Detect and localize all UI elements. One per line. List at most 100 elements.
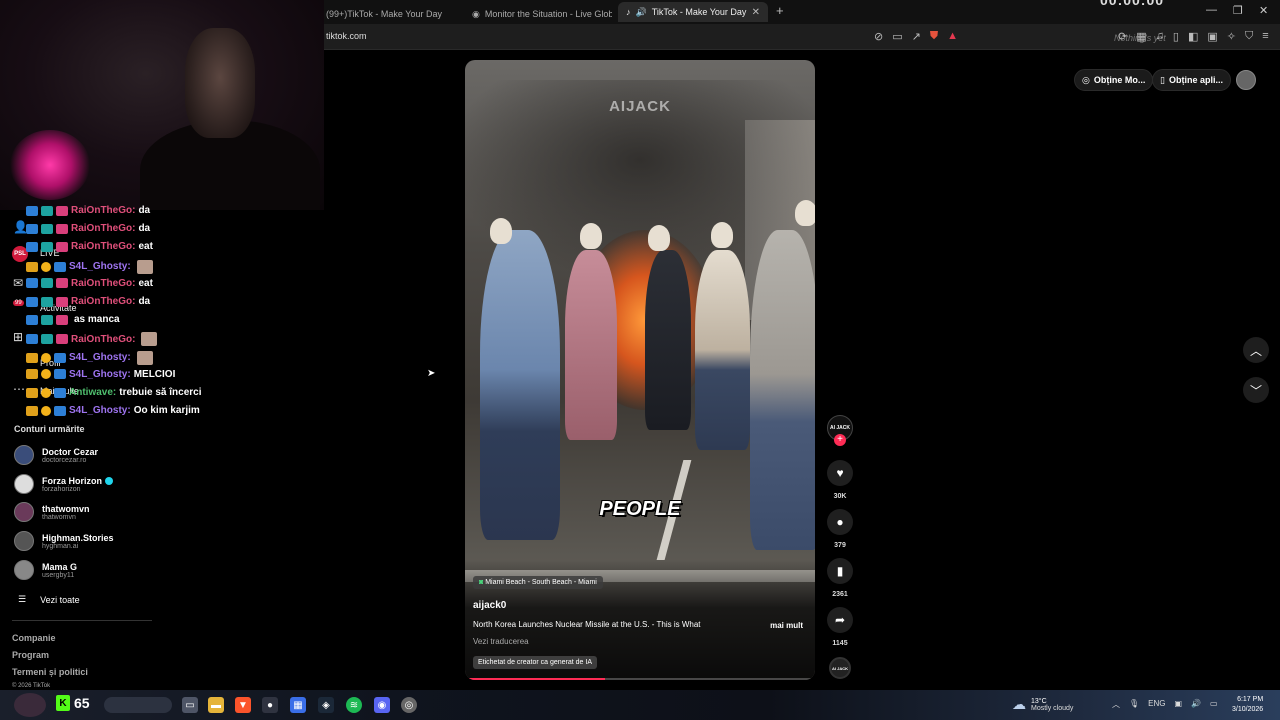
taskbar-clock[interactable]: 6:17 PM 3/10/2026 [1232,695,1263,715]
following-item-forza-horizon[interactable]: Forza Horizon forzahorizon [14,474,113,494]
chrome-icon[interactable]: ◎ [401,697,417,713]
chat-badge-icon [56,205,68,216]
following-item-mama-g[interactable]: Mama Gusergby11 [14,560,77,580]
chat-message: da [138,223,151,235]
taskbar-search[interactable] [104,697,172,713]
profile-avatar[interactable] [1236,70,1256,90]
chat-username[interactable]: RaiOnTheGo: [71,334,135,345]
chat-badge-icon [56,334,68,345]
chat-line: S4L_Ghosty: [26,259,153,274]
extensions-icon[interactable]: ▦ [1136,30,1146,43]
volume-icon[interactable]: 🔊 [1191,699,1201,710]
get-coins-button[interactable]: ◎ Obține Mo... [1074,69,1154,91]
pip-icon[interactable]: ▭ [892,30,902,43]
save-button[interactable]: ▮ [827,558,853,584]
network-icon[interactable]: ▣ [1175,699,1183,710]
upload-icon[interactable]: ⊞ [13,330,23,344]
close-tab-icon[interactable]: ✕ [752,7,760,18]
share-button[interactable]: ➦ [827,607,853,633]
more-button[interactable]: mai mult [770,621,803,630]
sync-icon[interactable]: ⟳ [1118,30,1127,43]
skull [711,222,733,248]
tab-tiktok-notifications[interactable]: (99+)TikTok - Make Your Day [326,4,466,24]
skull [648,225,670,251]
task-view-icon[interactable]: ▭ [182,697,198,713]
following-item-thatwomvn[interactable]: thatwomvn thatwomvn [14,502,90,522]
chat-username[interactable]: RaiOnTheGo: [71,223,135,234]
following-item-doctor-cezar[interactable]: Doctor Cezar doctorcezar.ro [14,445,98,465]
previous-video-button[interactable]: ︿ [1243,337,1269,363]
viewer-count: 65 [74,695,90,711]
video-player[interactable]: AIJACK PEOPLE ◙ Miami Beach - South Beac… [465,60,815,680]
chat-badge-icon [41,334,53,345]
chat-badge-icon [26,296,38,307]
see-all-button[interactable]: ☰ Vezi toate [18,594,80,605]
chat-username[interactable]: S4L_Ghosty: [69,405,131,416]
chat-username[interactable]: S4L_Ghosty: [69,369,131,380]
clock-date: 3/10/2026 [1232,706,1264,713]
share-icon[interactable]: ↗ [912,30,921,43]
video-author[interactable]: aijack0 [473,600,506,611]
microphone-icon[interactable]: 🎙 [1129,699,1139,710]
file-explorer-icon[interactable]: ▬ [208,697,224,713]
chat-badge-icon [26,405,38,416]
get-app-button[interactable]: ▯ Obține apli... [1152,69,1231,91]
menu-icon[interactable]: ≡ [1262,30,1268,43]
chevron-up-icon[interactable]: ︿ [1112,699,1120,710]
language-indicator[interactable]: ENG [1148,699,1165,710]
chat-username[interactable]: RaiOnTheGo: [71,241,135,252]
cloud-icon: ☁ [1012,696,1026,712]
activity-icon[interactable]: ✉ [13,276,23,290]
tab-tiktok-active[interactable]: ♪ 🔊 TikTok - Make Your Day ✕ [618,2,768,22]
tab-monitor-situation[interactable]: ◉ Monitor the Situation - Live Global N [472,4,612,24]
chat-username[interactable]: RaiOnTheGo: [71,205,135,216]
chat-username[interactable]: RaiOnTheGo: [71,296,135,307]
url-field[interactable]: tiktok.com [326,31,367,41]
music-icon[interactable]: ♫ [1156,30,1164,43]
maximize-button[interactable]: ❐ [1233,4,1243,17]
following-name: Mama G [42,561,78,572]
chat-username[interactable]: S4L_Ghosty: [69,352,131,363]
video-progress-bar[interactable] [465,678,815,680]
like-button[interactable]: ♥ [827,460,853,486]
wallet-icon[interactable]: ▣ [1207,30,1217,43]
sidebar-icon[interactable]: ◧ [1188,30,1198,43]
minimize-button[interactable]: — [1206,4,1217,16]
location-tag[interactable]: ◙ Miami Beach - South Beach - Miami [473,576,603,589]
chat-message: as manca [74,314,120,326]
chat-username[interactable]: S4L_Ghosty: [69,261,131,272]
steam-icon[interactable]: ◈ [318,697,334,713]
discord-icon[interactable]: ◉ [374,697,390,713]
following-item-highman-stories[interactable]: Highman.Stories hyghman.ai [14,531,114,551]
battery-icon[interactable]: ▭ [1210,699,1218,710]
brave-icon[interactable]: ▼ [235,697,251,713]
comment-button[interactable]: ● [827,509,853,535]
chat-username[interactable]: Antiwave: [69,387,116,398]
brave-rewards-icon[interactable]: ▲ [947,30,958,43]
leo-icon[interactable]: ✧ [1227,30,1236,43]
obs-icon[interactable]: ● [262,697,278,713]
divider [12,620,152,621]
bookmark-icon[interactable]: ▯ [1173,30,1179,43]
new-tab-button[interactable]: + [776,3,784,18]
chat-username[interactable]: RaiOnTheGo: [71,278,135,289]
footer-link-terms[interactable]: Termeni și politici [12,667,88,677]
translate-link[interactable]: Vezi traducerea [473,637,529,646]
more-icon[interactable]: ⋯ [13,382,25,396]
weather-widget[interactable]: ☁ 13°C Mostly cloudy [1012,696,1073,713]
footer-link-program[interactable]: Program [12,650,49,660]
vpn-icon[interactable]: ⛉ [1245,30,1253,43]
speaker-icon[interactable]: 🔊 [636,7,647,18]
chat-badge-icon [26,334,38,345]
next-video-button[interactable]: ﹀ [1243,377,1269,403]
brave-shield-icon[interactable]: ⛊ [930,30,938,43]
footer-link-company[interactable]: Companie [12,633,56,643]
spotify-icon[interactable]: ≋ [346,697,362,713]
follow-plus-button[interactable]: + [834,434,846,446]
chat-badge-icon [41,314,53,325]
music-disc[interactable]: AI JACK [829,657,851,679]
mute-icon[interactable]: ⊘ [874,30,883,43]
close-window-button[interactable]: ✕ [1259,4,1268,17]
following-name: Highman.Stories [42,532,114,543]
store-icon[interactable]: ▦ [290,697,306,713]
